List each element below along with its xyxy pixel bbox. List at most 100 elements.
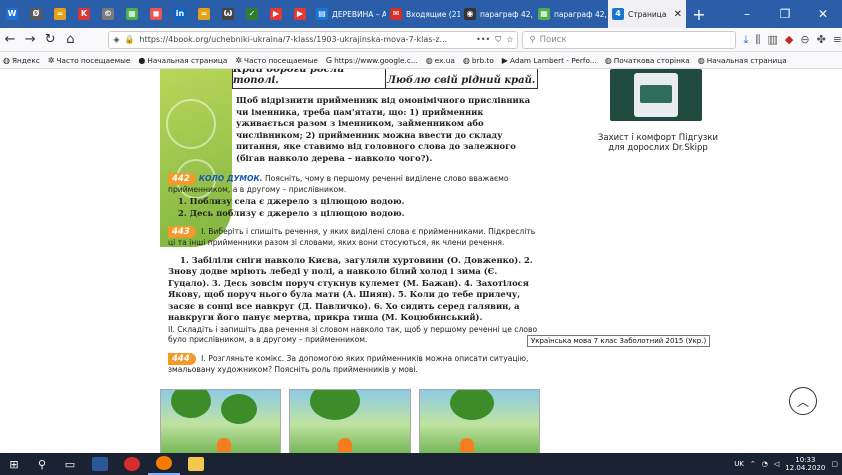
clock-date: 12.04.2020 <box>785 464 826 472</box>
bookmark-item[interactable]: ◍ brb.to <box>463 56 494 65</box>
forward-button[interactable]: → <box>20 32 40 47</box>
tab-label: ДЕРЕВИНА – А <box>332 9 386 19</box>
tab-favicon-icon: ▶ <box>270 8 282 20</box>
bookmark-item[interactable]: ✲ Часто посещаемые <box>48 56 131 65</box>
browser-tab[interactable]: Ø <box>24 0 48 28</box>
bookmark-label: Яндекс <box>11 55 40 65</box>
word-app-icon[interactable] <box>84 453 116 475</box>
browser-tab[interactable]: ▶ <box>288 0 312 28</box>
browser-tab[interactable]: ◉ параграф 42, <box>460 0 534 28</box>
new-tab-button[interactable]: + <box>686 5 712 24</box>
browser-tab[interactable]: = <box>48 0 72 28</box>
browser-tab[interactable]: in <box>168 0 192 28</box>
language-indicator[interactable]: UK <box>734 460 744 468</box>
download-icon[interactable]: ⤓ <box>744 33 749 47</box>
minimize-button[interactable]: – <box>728 7 766 21</box>
exercise-number: 444 <box>168 353 196 365</box>
library-icon[interactable]: ⫼ <box>755 33 760 47</box>
url-bar[interactable]: ◈ 🔒 https://4book.org/uchebniki-ukraina/… <box>108 30 519 49</box>
account-icon[interactable]: ⊖ <box>800 33 809 47</box>
network-icon[interactable]: ◔ <box>762 460 768 468</box>
bookmark-label: https://www.google.c... <box>334 55 418 65</box>
tab-favicon-icon: = <box>198 8 210 20</box>
tab-favicon-icon: ✉ <box>390 8 402 20</box>
bookmark-label: Начальная страница <box>706 55 787 65</box>
notifications-icon[interactable]: ▢ <box>831 460 838 468</box>
browser-tab[interactable]: ▤ ДЕРЕВИНА – А <box>312 0 386 28</box>
browser-tab[interactable]: ✉ Входящие (21 <box>386 0 460 28</box>
close-tab-icon[interactable]: ✕ <box>674 9 682 20</box>
addons-icon[interactable]: ✤ <box>817 33 826 47</box>
browser-tab[interactable]: ✓ <box>240 0 264 28</box>
search-icon: ⚲ <box>529 34 536 45</box>
exercise-tag: КОЛО ДУМОК. <box>198 174 263 183</box>
bookmark-label: brb.to <box>471 55 494 65</box>
close-window-button[interactable]: ✕ <box>804 7 842 21</box>
browser-tab[interactable]: Ѡ <box>216 0 240 28</box>
browser-tab[interactable]: ▦ <box>120 0 144 28</box>
exercise-442: 442 КОЛО ДУМОК. Поясніть, чому в першому … <box>168 173 538 195</box>
opera-app-icon[interactable] <box>116 453 148 475</box>
ad-title[interactable]: Захист і комфорт Підгузки для дорослих D… <box>596 133 720 153</box>
bookmark-icon: ◍ <box>425 55 433 65</box>
browser-tab[interactable]: = <box>192 0 216 28</box>
chevron-up-icon: ︿ <box>796 394 809 409</box>
comic-panel <box>418 389 540 453</box>
browser-tab[interactable]: ▦ параграф 42, <box>534 0 608 28</box>
tab-favicon-icon: W <box>6 8 18 20</box>
scroll-to-top-button[interactable]: ︿ <box>789 387 817 415</box>
tab-bar: W Ø = K © ▦ ◼ in = Ѡ ✓ ▶ ▶ ▤ ДЕРЕВИНА – А ✉ Входящие (21… <box>0 0 842 28</box>
start-button[interactable]: ⊞ <box>0 453 28 475</box>
home-button[interactable]: ⌂ <box>60 32 80 47</box>
bookmark-item[interactable]: ◍ ex.ua <box>426 56 455 65</box>
file-explorer-icon[interactable] <box>180 453 212 475</box>
lock-icon: 🔒 <box>124 35 135 44</box>
browser-tab[interactable]: ▶ <box>264 0 288 28</box>
exercise-text: І. Розгляньте комікс. За допомогою яких … <box>168 354 529 374</box>
tab-favicon-icon: ◼ <box>150 8 162 20</box>
browser-tab[interactable]: ◼ <box>144 0 168 28</box>
search-icon[interactable]: ⚲ <box>28 453 56 475</box>
firefox-app-icon[interactable] <box>148 453 180 475</box>
bookmark-item[interactable]: ✲ Часто посещаемые <box>235 56 318 65</box>
exercise-443: 443 І. Виберіть і спишіть речення, у яки… <box>168 226 538 248</box>
advertisement[interactable]: Захист і комфорт Підгузки для дорослих D… <box>596 69 720 159</box>
sidebar-icon[interactable]: ▥ <box>767 33 777 47</box>
bookmark-icon: ◍ <box>462 55 470 65</box>
browser-tab[interactable]: © <box>96 0 120 28</box>
shield-icon: ◈ <box>113 35 120 44</box>
browser-tab[interactable]: K <box>72 0 96 28</box>
browser-tab[interactable]: W <box>0 0 24 28</box>
bookmark-item[interactable]: ◍ Яндекс <box>3 56 40 65</box>
tab-active[interactable]: 4 Страница ✕ <box>608 0 686 28</box>
task-view-icon[interactable]: ▭ <box>56 453 84 475</box>
bookmark-item[interactable]: ◍ Начальная страница <box>698 56 787 65</box>
search-input[interactable]: ⚲ Поиск <box>522 30 736 49</box>
page-content: Край дороги росли тополі. Люблю свій рід… <box>0 69 842 453</box>
tab-favicon-icon: 4 <box>612 8 624 20</box>
bookmark-item[interactable]: ◍ Початкова сторінка <box>605 56 690 65</box>
tab-favicon-icon: Ѡ <box>222 8 234 20</box>
back-button[interactable]: ← <box>0 32 20 47</box>
volume-icon[interactable]: ◁ <box>774 460 779 468</box>
bookmark-item[interactable]: Ghttps://www.google.c... <box>326 56 418 65</box>
sentence: 1. Поблизу села є джерело з цілющою водо… <box>178 196 405 206</box>
more-icon[interactable]: ••• <box>476 35 490 44</box>
tray-arrow-icon[interactable]: ⌃ <box>750 460 756 468</box>
maximize-button[interactable]: ❐ <box>766 7 804 21</box>
ad-image[interactable] <box>610 69 702 121</box>
bookmark-star-icon[interactable]: ☆ <box>506 35 513 44</box>
extension-icon[interactable]: ◆ <box>785 33 793 47</box>
tab-favicon-icon: Ø <box>30 8 42 20</box>
clock[interactable]: 10:33 12.04.2020 <box>785 456 825 472</box>
reload-button[interactable]: ↻ <box>40 32 60 47</box>
bookmark-item[interactable]: ● Начальная страница <box>138 56 227 65</box>
bookmark-label: ex.ua <box>434 55 455 65</box>
textbook-page: Край дороги росли тополі. Люблю свій рід… <box>160 69 711 453</box>
menu-icon[interactable]: ≡ <box>833 33 842 47</box>
tab-favicon-icon: ▤ <box>316 8 328 20</box>
bookmark-item[interactable]: ▶ Adam Lambert - Perfo... <box>502 56 597 65</box>
pocket-icon[interactable]: ⛉ <box>495 35 501 45</box>
clock-time: 10:33 <box>795 456 816 464</box>
tab-favicon-icon: = <box>54 8 66 20</box>
